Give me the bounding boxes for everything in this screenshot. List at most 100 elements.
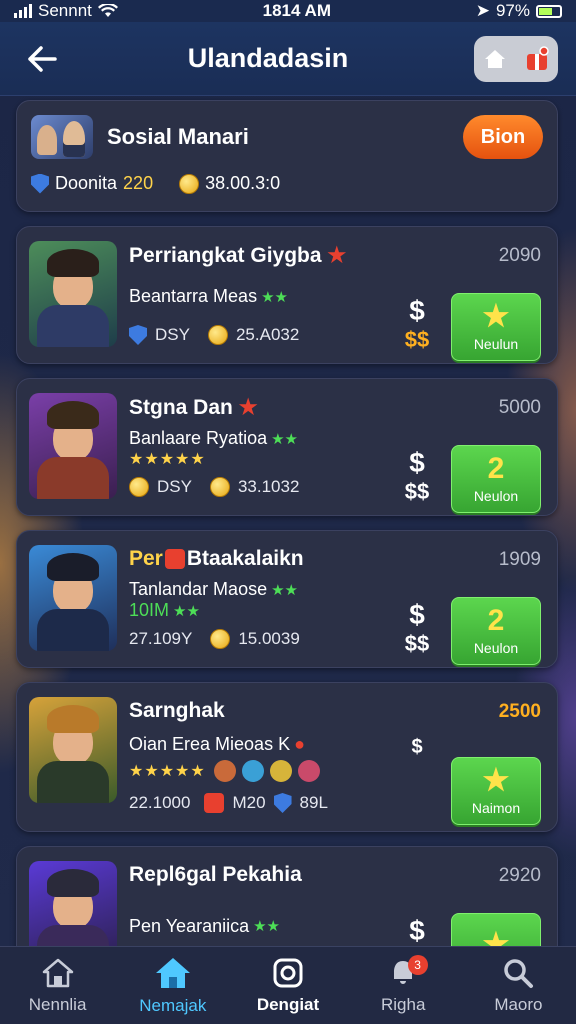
arrow-left-icon <box>28 45 57 72</box>
game-meta-3: 89L <box>299 793 328 812</box>
game-score: 1909 <box>498 549 541 570</box>
nav-item-search[interactable]: Maoro <box>461 947 576 1024</box>
location-icon: ➤ <box>475 1 490 20</box>
game-subtitle: Pen Yearaniica <box>129 915 250 936</box>
page-title: Ulandadasin <box>187 43 349 73</box>
play-button-number: 2 <box>487 452 505 485</box>
game-title: Perriangkat Giygba ★ <box>129 244 347 267</box>
game-thumbnail <box>29 545 117 651</box>
game-card-2[interactable]: Stgna Dan ★ Banlaare Ryatioa ★★ ★★★★★ DSY… <box>16 378 558 516</box>
game-thumbnail <box>29 241 117 347</box>
shield-icon <box>31 173 49 194</box>
play-button[interactable]: 2 Neulon <box>451 445 541 513</box>
house-icon[interactable] <box>483 47 507 71</box>
header-actions[interactable] <box>474 35 558 82</box>
rating-stars-icon: ★★ <box>261 288 288 306</box>
nav-label: Nemajak <box>139 995 207 1015</box>
coin-icon <box>179 173 200 194</box>
stat-label: Doonita <box>55 173 118 193</box>
game-meta-1: DSY <box>155 325 190 344</box>
rating-stars-icon: ★★ <box>253 918 281 935</box>
play-button-label: Neulun <box>473 336 519 352</box>
nav-item-home[interactable]: Nennlia <box>0 947 115 1024</box>
app-header: Ulandadasin <box>0 22 576 96</box>
reward-icons <box>213 760 320 782</box>
wifi-icon <box>97 4 118 17</box>
game-score: 2500 <box>498 701 541 722</box>
nav-label: Nennlia <box>28 994 87 1014</box>
play-button[interactable]: ★ Neulun <box>451 293 541 361</box>
game-subtitle: Oian Erea Mieoas K <box>129 734 291 754</box>
main-list: Sosial Manari Bion Doonita 220 38.00.3:0… <box>16 100 558 998</box>
game-score: 2920 <box>498 865 541 886</box>
signal-icon <box>14 4 32 18</box>
game-card-4[interactable]: Sarnghak Oian Erea Mieoas K ● ★★★★★ 22.10… <box>16 682 558 832</box>
nav-label: Righa <box>381 994 426 1014</box>
price: $ <box>411 736 423 758</box>
battery-icon <box>536 4 562 18</box>
nav-label: Maoro <box>494 994 543 1014</box>
game-meta-1: 22.1000 <box>129 793 191 812</box>
game-thumbnail <box>29 697 117 803</box>
profile-card: Sosial Manari Bion Doonita 220 38.00.3:0 <box>16 100 558 212</box>
back-button[interactable] <box>12 29 72 89</box>
nav-item-games[interactable]: Nemajak <box>115 947 230 1024</box>
shield-icon <box>273 793 292 813</box>
game-meta-2: 15.0039 <box>238 629 300 648</box>
game-meta-1: DSY <box>157 477 192 496</box>
rating-stars-icon: ★★ <box>271 581 298 599</box>
play-button[interactable]: 2 Neulon <box>451 597 541 665</box>
game-title: Sarnghak <box>129 699 225 722</box>
price: $ $$ <box>404 599 430 656</box>
status-bar: Sennnt 1814 AM ➤ 97% <box>0 0 576 22</box>
tag-icon <box>204 793 225 813</box>
shield-icon <box>129 325 147 345</box>
nav-label: Dengiat <box>256 994 320 1014</box>
rating-stars-icon: ★★ <box>271 430 298 448</box>
game-card-3[interactable]: Per Btaakalaikn Tanlandar Maose ★★ 10IM ★★ … <box>16 530 558 668</box>
price: $ <box>409 915 425 946</box>
game-subtitle: Beantarra Meas <box>129 286 258 306</box>
bottom-nav: Nennlia Nemajak Dengiat 3 Righa Maoro <box>0 946 576 1024</box>
game-subtitle: Banlaare Ryatioa <box>129 428 268 448</box>
clock: 1814 AM <box>262 1 331 20</box>
search-icon <box>504 958 534 988</box>
price: $ $$ <box>404 447 430 504</box>
star-icon: ★ <box>482 300 510 333</box>
game-meta-2: 25.A032 <box>235 325 300 344</box>
play-button-label: Neulon <box>473 488 519 504</box>
game-card-1[interactable]: Perriangkat Giygba ★ Beantarra Meas ★★ DS… <box>16 226 558 364</box>
nav-item-camera[interactable]: Dengiat <box>230 947 345 1024</box>
profile-stat-coins: 38.00.3:0 <box>179 173 280 194</box>
game-title: Per Btaakalaikn <box>129 547 304 570</box>
price: $ $$ <box>404 295 430 352</box>
rating-stars: ★★★★★ <box>129 451 206 468</box>
coin-icon <box>129 477 149 497</box>
star-icon: ★ <box>482 764 510 797</box>
coin-icon <box>210 629 231 649</box>
game-score: 5000 <box>498 397 541 418</box>
game-title: Stgna Dan ★ <box>129 396 258 419</box>
carrier-label: Sennnt <box>38 1 92 20</box>
nav-item-notifications[interactable]: 3 Righa <box>346 947 461 1024</box>
gift-icon[interactable] <box>524 45 550 72</box>
game-meta-1: 27.109Y <box>129 629 193 648</box>
play-button[interactable]: ★ Naimon <box>451 757 541 825</box>
profile-name: Sosial Manari <box>107 124 249 149</box>
coin-icon <box>209 477 230 497</box>
camera-icon <box>273 958 303 987</box>
play-button-label: Neulon <box>473 640 519 656</box>
coin-icon <box>207 325 228 345</box>
game-subtitle: Tanlandar Maose <box>129 579 268 599</box>
coin-value: 38.00.3:0 <box>205 173 281 193</box>
rating-stars: ★★★★★ <box>129 763 206 780</box>
home-icon <box>42 958 73 987</box>
game-meta-2: 33.1032 <box>237 477 300 496</box>
stat-value: 220 <box>123 173 154 193</box>
profile-action-button[interactable]: Bion <box>463 115 543 159</box>
game-title: Repl6gal Pekahia <box>129 863 302 886</box>
house-active-icon <box>155 957 190 988</box>
game-rating-text: 10IM <box>129 600 170 620</box>
play-button-number: 2 <box>487 604 505 637</box>
play-button-label: Naimon <box>471 800 521 816</box>
